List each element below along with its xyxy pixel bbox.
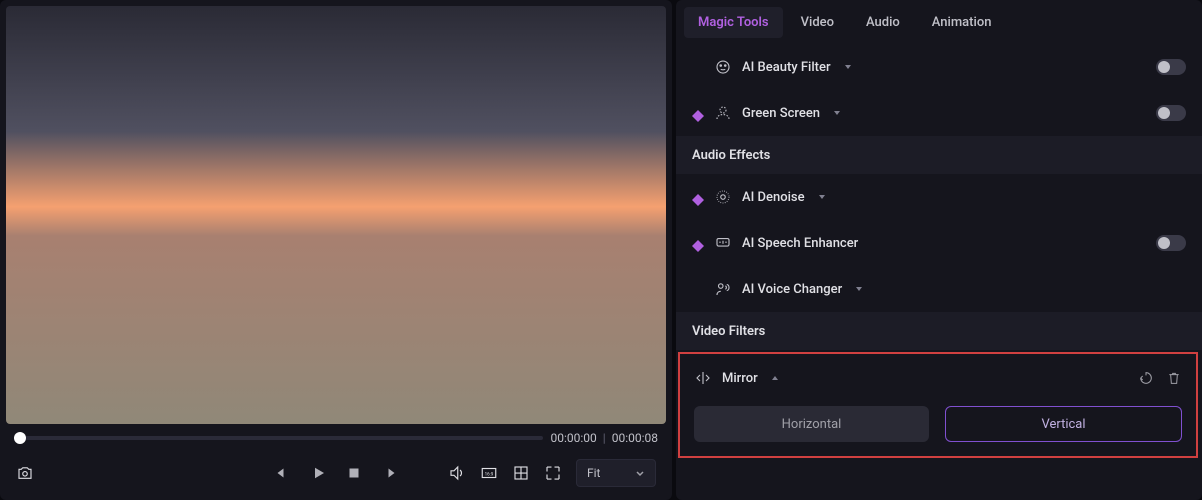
grid-icon[interactable] — [512, 464, 530, 482]
toggle-ai-beauty[interactable] — [1156, 59, 1186, 75]
filter-label: Green Screen — [742, 106, 820, 121]
scrub-thumb[interactable] — [14, 432, 26, 444]
controls-bar: 16:9 Fit — [6, 452, 666, 494]
trash-icon[interactable] — [1166, 370, 1182, 386]
premium-icon — [692, 191, 704, 203]
prev-frame-icon[interactable] — [273, 464, 291, 482]
mirror-section: Mirror Horizontal Vertical — [678, 352, 1198, 458]
filter-label: AI Denoise — [742, 190, 805, 205]
time-display: 00:00:00 | 00:00:08 — [551, 431, 659, 445]
caret-down-icon — [817, 192, 827, 202]
voice-icon — [714, 280, 732, 298]
mirror-horizontal-button[interactable]: Horizontal — [694, 406, 929, 442]
tab-magic-tools[interactable]: Magic Tools — [684, 7, 783, 38]
speech-icon — [714, 234, 732, 252]
svg-text:16:9: 16:9 — [485, 471, 494, 477]
premium-icon — [692, 237, 704, 249]
caret-down-icon — [843, 62, 853, 72]
panel-content: AI Beauty Filter Green Screen Audio Effe… — [676, 44, 1202, 500]
scrub-track[interactable] — [14, 436, 543, 440]
filter-label: AI Beauty Filter — [742, 60, 831, 75]
section-audio-effects: Audio Effects — [676, 136, 1202, 174]
caret-down-icon — [832, 108, 842, 118]
person-icon — [714, 104, 732, 122]
filter-ai-speech[interactable]: AI Speech Enhancer — [676, 220, 1202, 266]
toggle-ai-speech[interactable] — [1156, 235, 1186, 251]
video-preview[interactable] — [6, 6, 666, 424]
next-frame-icon[interactable] — [381, 464, 399, 482]
chevron-down-icon — [635, 468, 645, 478]
stop-icon[interactable] — [345, 464, 363, 482]
filter-ai-voice[interactable]: AI Voice Changer — [676, 266, 1202, 312]
mirror-label: Mirror — [722, 371, 758, 386]
filter-ai-beauty[interactable]: AI Beauty Filter — [676, 44, 1202, 90]
volume-icon[interactable] — [448, 464, 466, 482]
side-panel: Magic Tools Video Audio Animation AI Bea… — [676, 0, 1202, 500]
snapshot-icon[interactable] — [16, 464, 34, 482]
caret-up-icon — [770, 373, 780, 383]
filter-ai-denoise[interactable]: AI Denoise — [676, 174, 1202, 220]
fit-label: Fit — [587, 466, 600, 480]
filter-label: AI Voice Changer — [742, 282, 842, 297]
filter-green-screen[interactable]: Green Screen — [676, 90, 1202, 136]
tab-animation[interactable]: Animation — [918, 7, 1006, 38]
premium-icon — [692, 107, 704, 119]
preview-panel: 00:00:00 | 00:00:08 16:9 Fit — [0, 0, 672, 500]
mirror-icon — [694, 369, 712, 387]
toggle-green-screen[interactable] — [1156, 105, 1186, 121]
current-time: 00:00:00 — [551, 431, 597, 445]
filter-label: AI Speech Enhancer — [742, 236, 858, 251]
tabs: Magic Tools Video Audio Animation — [676, 0, 1202, 44]
time-separator: | — [603, 431, 606, 445]
denoise-icon — [714, 188, 732, 206]
fullscreen-icon[interactable] — [544, 464, 562, 482]
scrub-bar: 00:00:00 | 00:00:08 — [6, 424, 666, 452]
tab-audio[interactable]: Audio — [852, 7, 914, 38]
tab-video[interactable]: Video — [787, 7, 848, 38]
section-video-filters: Video Filters — [676, 312, 1202, 350]
reset-icon[interactable] — [1138, 370, 1154, 386]
mirror-header[interactable]: Mirror — [680, 360, 1196, 396]
caret-down-icon — [854, 284, 864, 294]
play-icon[interactable] — [309, 464, 327, 482]
mirror-vertical-button[interactable]: Vertical — [945, 406, 1182, 442]
face-icon — [714, 58, 732, 76]
total-time: 00:00:08 — [612, 431, 658, 445]
aspect-ratio-icon[interactable]: 16:9 — [480, 464, 498, 482]
fit-select[interactable]: Fit — [576, 459, 656, 487]
mirror-buttons: Horizontal Vertical — [680, 396, 1196, 442]
